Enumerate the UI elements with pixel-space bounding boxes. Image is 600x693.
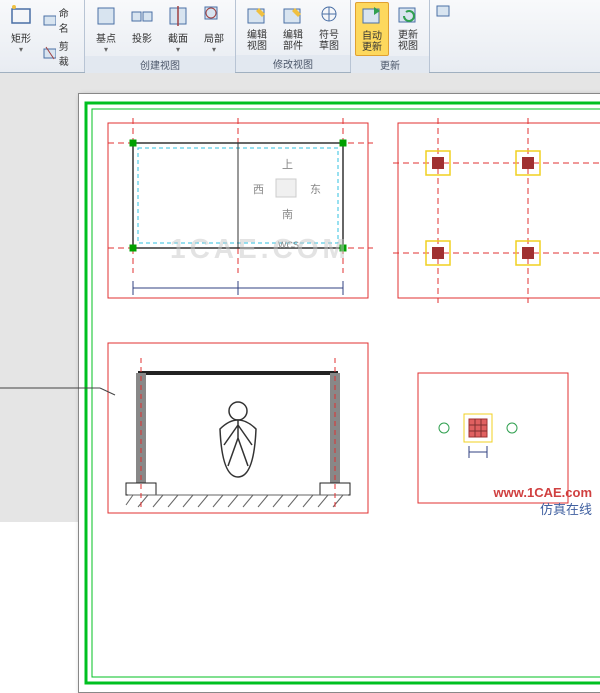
detail-icon	[202, 4, 226, 28]
auto-update-icon	[360, 5, 384, 29]
update-l1: 更新	[398, 30, 418, 41]
group-layout-viewport: 矩形 ▾ 命名 剪裁 锁定 ▾ 布局视口	[0, 0, 85, 72]
named-icon	[43, 13, 56, 27]
group-modify-view: 编辑视图 编辑部件 符号草图 修改视图	[236, 0, 351, 72]
symbol-l2: 草图	[319, 41, 339, 52]
edit-view-l2: 视图	[247, 41, 267, 52]
footer-text: 仿真在线	[540, 499, 592, 518]
named-label: 命名	[59, 5, 77, 35]
clip-label: 剪裁	[59, 38, 77, 68]
symbol-l1: 符号	[319, 30, 339, 41]
group-label-update: 更新	[351, 56, 429, 73]
rectangle-icon	[9, 4, 33, 28]
rect-label: 矩形	[11, 30, 31, 45]
detail-button[interactable]: 局部 ▾	[197, 2, 231, 56]
edit-part-l1: 编辑	[283, 30, 303, 41]
group-label-modify: 修改视图	[236, 55, 350, 72]
symbol-icon	[317, 4, 341, 28]
section-button[interactable]: 截面 ▾	[161, 2, 195, 56]
edit-part-icon	[281, 4, 305, 28]
edit-part-l2: 部件	[283, 41, 303, 52]
group-label-create: 创建视图	[85, 56, 235, 73]
auto-l1: 自动	[362, 31, 382, 42]
auto-l2: 更新	[362, 42, 382, 53]
update-l2: 视图	[398, 41, 418, 52]
group-styles: Imperial24 Imperial24 样式和标准	[430, 0, 600, 72]
group-update: 自动更新 更新视图 更新	[351, 0, 430, 72]
rect-button[interactable]: 矩形 ▾	[4, 2, 38, 56]
leader-line	[0, 73, 600, 523]
edit-part-button[interactable]: 编辑部件	[276, 2, 310, 54]
detail-label: 局部	[204, 30, 224, 45]
clip-icon	[43, 46, 56, 60]
drawing-canvas[interactable]: 上 西 东 南 WCS	[0, 73, 600, 522]
edit-view-icon	[245, 4, 269, 28]
auto-update-button[interactable]: 自动更新	[355, 2, 389, 56]
project-label: 投影	[132, 30, 152, 45]
clip-button[interactable]: 剪裁	[40, 37, 80, 69]
group-create-view: 基点 ▾ 投影 截面 ▾ 局部 ▾ 创建视图	[85, 0, 236, 72]
ribbon: 矩形 ▾ 命名 剪裁 锁定 ▾ 布局视口	[0, 0, 600, 73]
base-button[interactable]: 基点 ▾	[89, 2, 123, 56]
section-icon	[166, 4, 190, 28]
footer-url: www.1CAE.com	[494, 485, 592, 500]
project-icon	[130, 4, 154, 28]
named-button[interactable]: 命名	[40, 4, 80, 36]
edit-view-button[interactable]: 编辑视图	[240, 2, 274, 54]
update-view-button[interactable]: 更新视图	[391, 2, 425, 54]
update-view-icon	[396, 4, 420, 28]
base-label: 基点	[96, 30, 116, 45]
base-icon	[94, 4, 118, 28]
project-button[interactable]: 投影	[125, 2, 159, 47]
symbol-sketch-button[interactable]: 符号草图	[312, 2, 346, 54]
section-label: 截面	[168, 30, 188, 45]
edit-view-l1: 编辑	[247, 30, 267, 41]
